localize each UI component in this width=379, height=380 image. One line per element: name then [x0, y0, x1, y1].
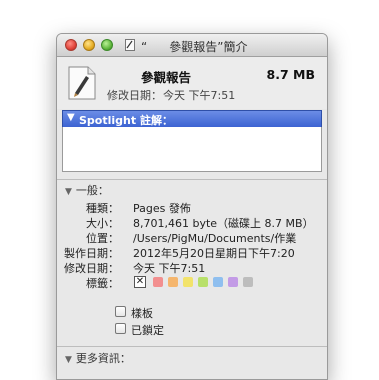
title-bar[interactable]: “ 參觀報告”簡介 [57, 34, 327, 57]
spotlight-comments-field[interactable] [62, 127, 322, 172]
tag-color-1[interactable] [168, 277, 178, 287]
stationery-checkbox[interactable] [115, 306, 126, 317]
disclosure-triangle-icon[interactable]: ▼ [65, 355, 72, 365]
section-divider [57, 346, 327, 347]
document-icon[interactable] [125, 39, 135, 51]
tag-color-0[interactable] [153, 277, 163, 287]
stationery-label: 樣板 [131, 307, 153, 320]
size-label: 大小： [86, 217, 119, 230]
size-value: 8,701,461 byte（磁碟上 8.7 MB） [133, 217, 314, 230]
close-button[interactable] [65, 39, 77, 51]
file-size: 8.7 MB [266, 67, 315, 82]
location-label: 位置： [86, 232, 119, 245]
locked-checkbox[interactable] [115, 323, 126, 334]
tag-none-button[interactable]: ✕ [134, 276, 146, 288]
tag-color-4[interactable] [213, 277, 223, 287]
section-divider [57, 179, 327, 180]
general-section-header[interactable]: ▼ 一般： [65, 182, 109, 198]
window-title: “ 參觀報告”簡介 [141, 38, 321, 55]
modified-value: 今天 下午7:51 [163, 89, 236, 102]
created-value: 2012年5月20日星期日下午7:20 [133, 247, 295, 260]
modified-label: 修改日期： [107, 89, 162, 102]
kind-value: Pages 發佈 [133, 202, 191, 215]
spotlight-label: Spotlight 註解： [79, 114, 173, 127]
tag-color-3[interactable] [198, 277, 208, 287]
more-info-header-label: 更多資訊： [75, 352, 131, 365]
tags-label: 標籤： [86, 277, 119, 290]
location-value: /Users/PigMu/Documents/作業 [133, 232, 297, 245]
info-window: “參觀報告”簡介 參觀報告 8.7 MB 修改日期： 今天 下午7:51 ▼ S… [56, 33, 328, 380]
disclosure-triangle-icon[interactable]: ▼ [65, 187, 72, 197]
tag-color-6[interactable] [243, 277, 253, 287]
title-name: 參觀報告 [169, 40, 218, 54]
tag-color-2[interactable] [183, 277, 193, 287]
modified-date-value: 今天 下午7:51 [133, 262, 206, 275]
minimize-button[interactable] [83, 39, 95, 51]
kind-label: 種類： [86, 202, 119, 215]
pages-document-icon [68, 66, 96, 100]
general-header-label: 一般： [75, 184, 109, 197]
file-name: 參觀報告 [141, 70, 192, 85]
modified-date-label: 修改日期： [64, 262, 119, 275]
zoom-button[interactable] [101, 39, 113, 51]
created-label: 製作日期： [64, 247, 119, 260]
disclosure-triangle-icon[interactable]: ▼ [67, 112, 75, 123]
spotlight-comments-header[interactable]: ▼ Spotlight 註解： [62, 110, 322, 128]
tag-color-5[interactable] [228, 277, 238, 287]
locked-label: 已鎖定 [131, 324, 164, 337]
file-summary: 參觀報告 8.7 MB 修改日期： 今天 下午7:51 [57, 57, 327, 109]
more-info-section-header[interactable]: ▼ 更多資訊： [65, 350, 131, 366]
title-suffix: ”簡介 [217, 40, 248, 54]
title-open-quote: “ [141, 40, 148, 54]
